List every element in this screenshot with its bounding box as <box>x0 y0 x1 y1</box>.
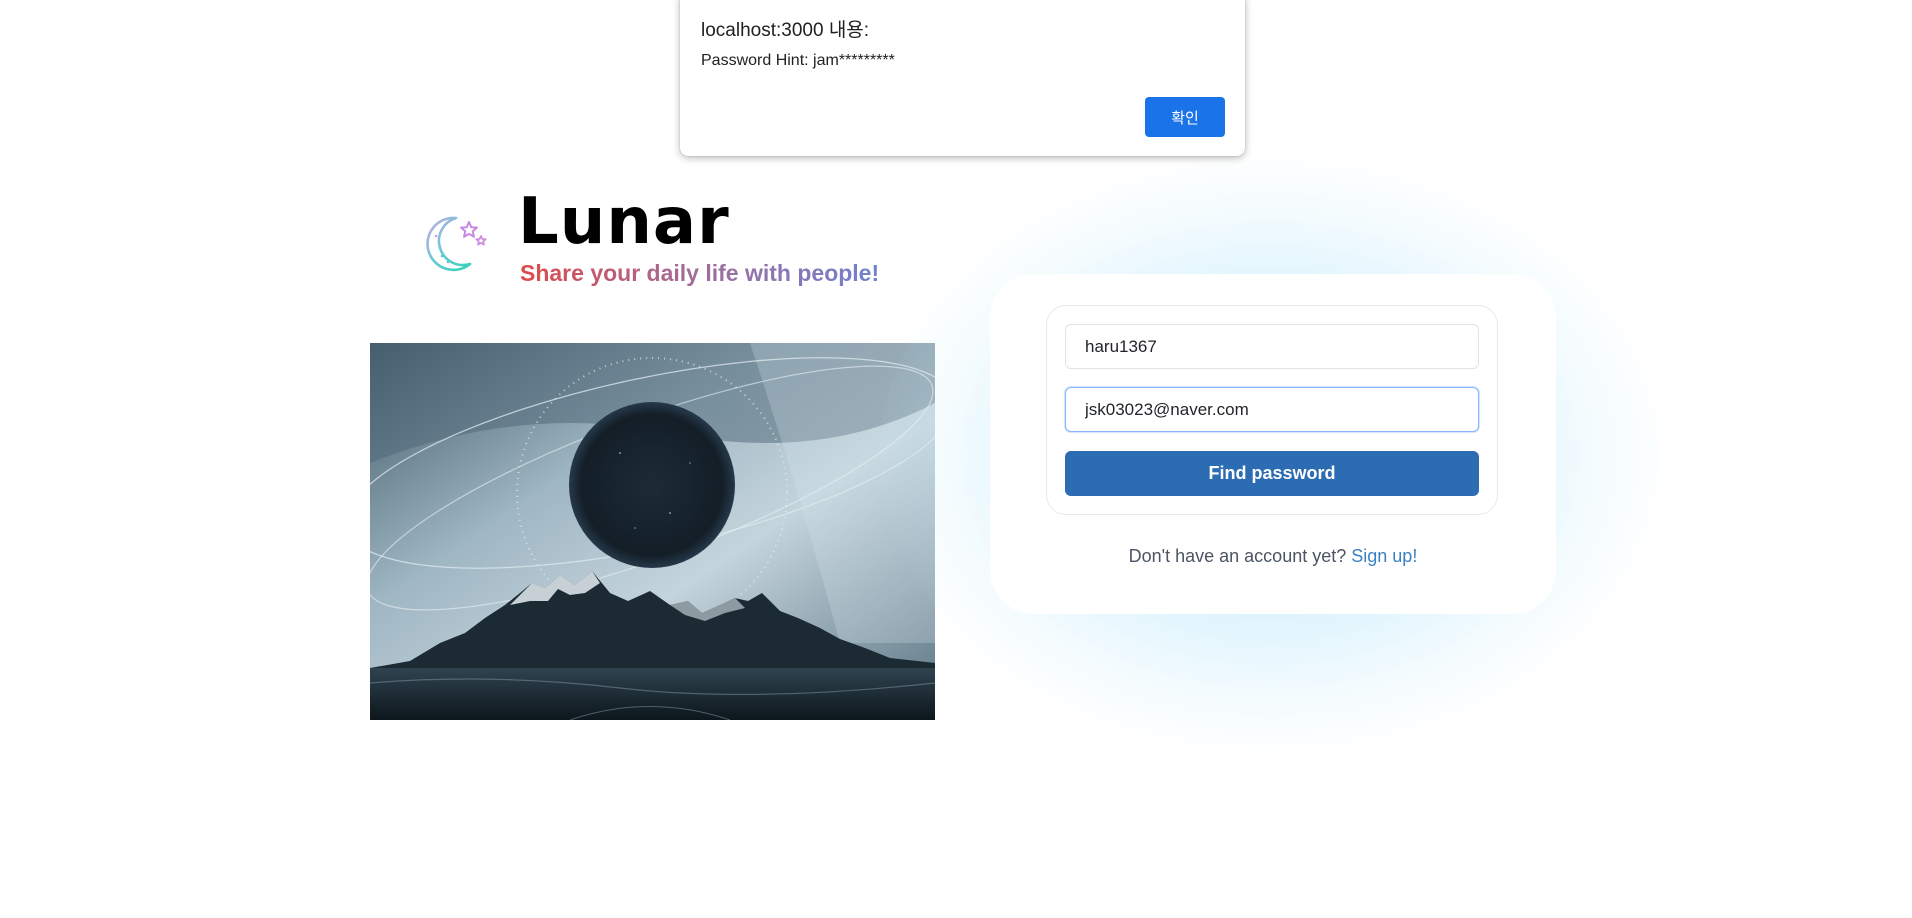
moon-stars-icon <box>422 212 494 276</box>
email-field[interactable] <box>1065 387 1479 432</box>
signup-link[interactable]: Sign up! <box>1351 546 1417 566</box>
signup-prompt: Don't have an account yet? <box>1128 546 1347 566</box>
brand-tagline: Share your daily life with people! <box>520 260 880 286</box>
find-password-page: localhost:3000 내용: Password Hint: jam***… <box>0 0 1912 918</box>
alert-ok-button[interactable]: 확인 <box>1145 97 1225 137</box>
username-field[interactable] <box>1065 324 1479 369</box>
signup-row: Don't have an account yet? Sign up! <box>990 546 1556 567</box>
eclipse-mountains-image <box>370 343 935 720</box>
find-password-form: Find password <box>1046 305 1498 515</box>
find-password-button[interactable]: Find password <box>1065 451 1479 496</box>
alert-title: localhost:3000 내용: <box>701 20 870 41</box>
alert-message: Password Hint: jam********* <box>701 52 895 69</box>
brand-name: Lunar <box>518 185 730 259</box>
find-password-card: Find password Don't have an account yet?… <box>990 274 1556 614</box>
alert-dialog: localhost:3000 내용: Password Hint: jam***… <box>680 0 1245 156</box>
